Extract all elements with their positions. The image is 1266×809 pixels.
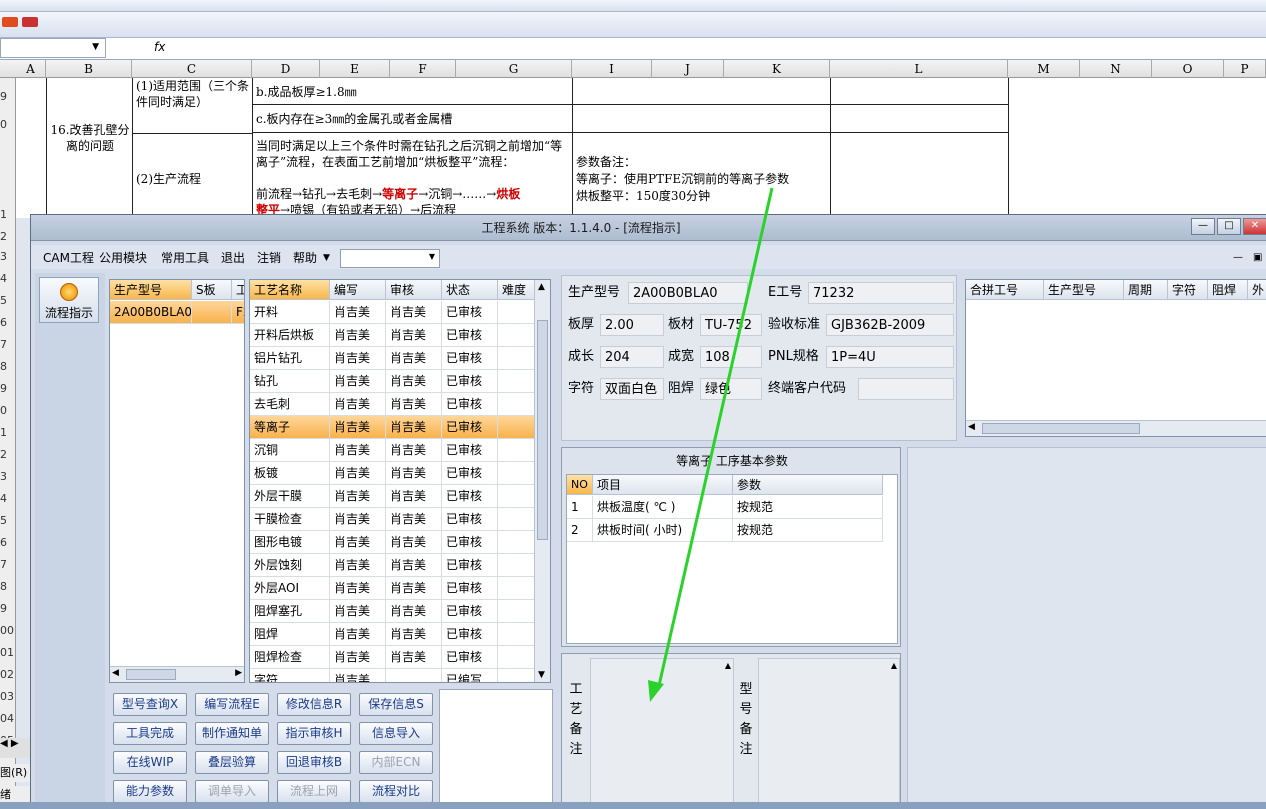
taskbar: [0, 802, 1266, 809]
green-arrow-annotation: [648, 187, 774, 702]
arrow-head-icon: [648, 680, 664, 702]
arrow-line: [656, 187, 774, 691]
